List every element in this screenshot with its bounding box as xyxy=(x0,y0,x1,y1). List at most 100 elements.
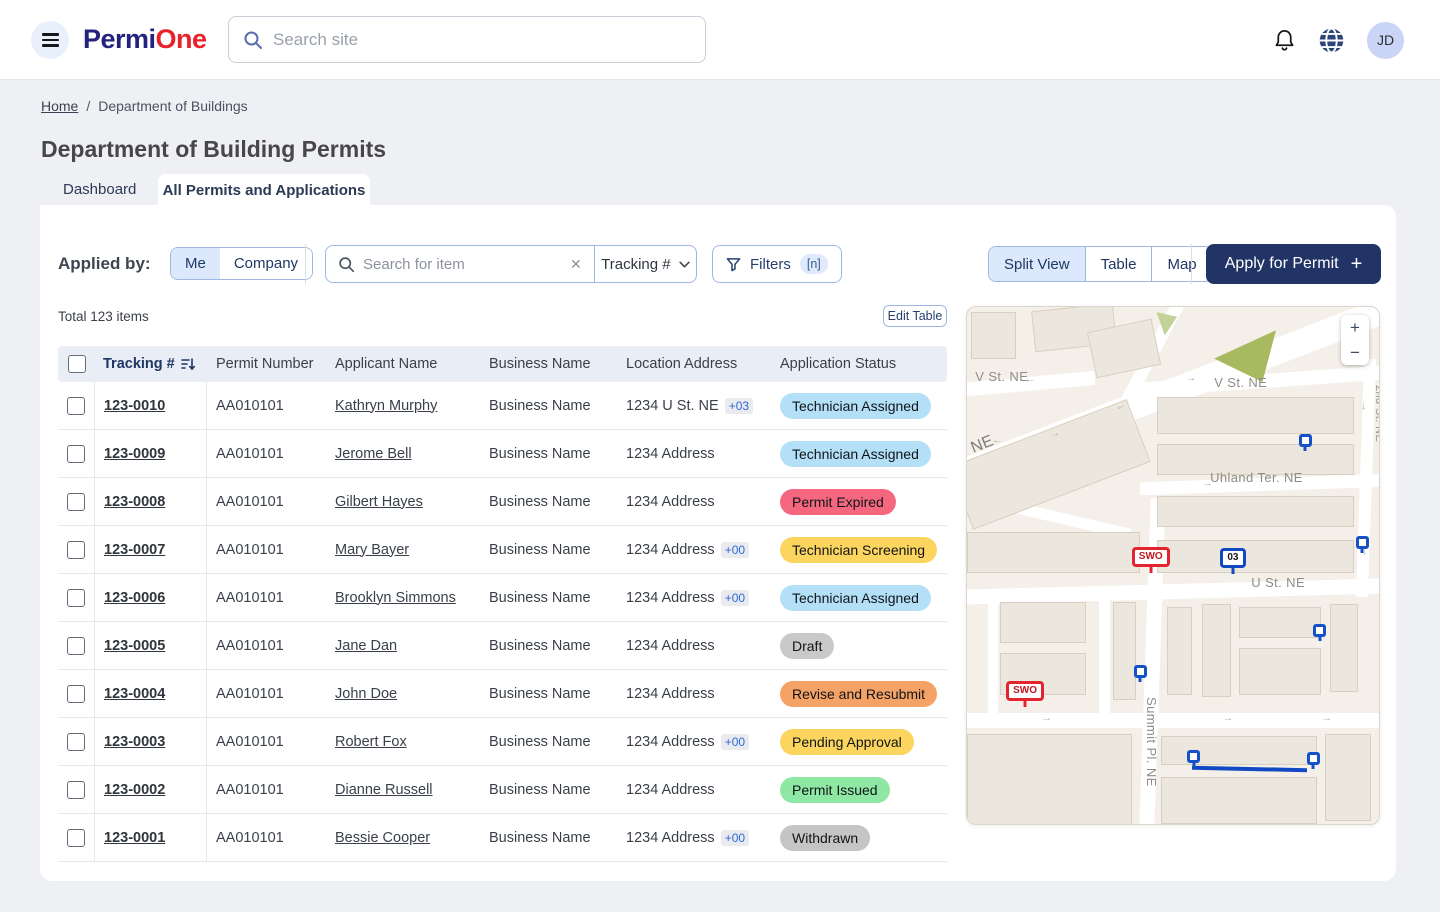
address-count-badge[interactable]: +00 xyxy=(721,542,749,558)
status-badge: Technician Assigned xyxy=(780,441,931,467)
applicant-link[interactable]: Jane Dan xyxy=(335,638,397,654)
view-map-option[interactable]: Map xyxy=(1151,247,1211,281)
map-pin-icon[interactable] xyxy=(1187,750,1200,763)
bell-icon xyxy=(1273,28,1296,53)
location-address: 1234 Address+00 xyxy=(617,734,771,750)
column-header-permit[interactable]: Permit Number xyxy=(207,356,326,372)
tracking-link[interactable]: 123-0006 xyxy=(104,590,165,606)
user-avatar[interactable]: JD xyxy=(1367,22,1404,59)
table-row: 123-0005AA010101Jane DanBusiness Name123… xyxy=(58,622,947,670)
select-all-checkbox[interactable] xyxy=(68,355,86,373)
row-checkbox[interactable] xyxy=(67,541,85,559)
item-search-input[interactable] xyxy=(363,256,562,273)
applicant-link[interactable]: John Doe xyxy=(335,686,397,702)
language-button[interactable] xyxy=(1318,27,1345,54)
row-checkbox[interactable] xyxy=(67,493,85,511)
map-pin-icon[interactable] xyxy=(1356,536,1369,549)
filters-button[interactable]: Filters [n] xyxy=(712,245,842,283)
breadcrumb-home-link[interactable]: Home xyxy=(41,98,78,114)
tracking-link[interactable]: 123-0001 xyxy=(104,830,165,846)
row-checkbox[interactable] xyxy=(67,685,85,703)
map-panel[interactable]: ← → ← → ← → → → → ↓ ↓ V St. NE V St. NE … xyxy=(966,306,1380,825)
tracking-link[interactable]: 123-0008 xyxy=(104,494,165,510)
applicant-link[interactable]: Brooklyn Simmons xyxy=(335,590,456,606)
map-unit-marker[interactable]: 03 xyxy=(1220,548,1245,568)
tab-all-permits[interactable]: All Permits and Applications xyxy=(158,174,370,206)
map-swo-marker[interactable]: SWO xyxy=(1132,547,1170,567)
road-arrow: → xyxy=(1185,372,1196,384)
column-header-address[interactable]: Location Address xyxy=(617,356,771,372)
search-category-select[interactable]: Tracking # xyxy=(594,246,696,282)
column-header-tracking[interactable]: Tracking # xyxy=(95,356,207,372)
applicant-link[interactable]: Kathryn Murphy xyxy=(335,398,437,414)
hamburger-menu-button[interactable] xyxy=(31,21,69,59)
column-header-business[interactable]: Business Name xyxy=(480,356,617,372)
column-header-applicant[interactable]: Applicant Name xyxy=(326,356,480,372)
table-row: 123-0010AA010101Kathryn MurphyBusiness N… xyxy=(58,382,947,430)
row-checkbox[interactable] xyxy=(67,829,85,847)
applied-by-company-option[interactable]: Company xyxy=(220,248,312,279)
table-row: 123-0007AA010101Mary BayerBusiness Name1… xyxy=(58,526,947,574)
status-cell: Technician Assigned xyxy=(771,393,947,419)
status-cell: Revise and Resubmit xyxy=(771,681,947,707)
apply-button-label: Apply for Permit xyxy=(1225,255,1339,273)
map-swo-marker[interactable]: SWO xyxy=(1006,681,1044,701)
globe-icon xyxy=(1318,27,1345,54)
tracking-link[interactable]: 123-0007 xyxy=(104,542,165,558)
location-address: 1234 Address xyxy=(617,782,771,798)
address-count-badge[interactable]: +00 xyxy=(721,590,749,606)
total-items-label: Total 123 items xyxy=(58,309,149,324)
row-checkbox[interactable] xyxy=(67,733,85,751)
apply-for-permit-button[interactable]: Apply for Permit + xyxy=(1206,244,1381,284)
map-pin-icon[interactable] xyxy=(1299,434,1312,447)
applicant-link[interactable]: Robert Fox xyxy=(335,734,407,750)
status-cell: Draft xyxy=(771,633,947,659)
site-search-input[interactable] xyxy=(273,30,691,50)
notifications-button[interactable] xyxy=(1273,28,1296,53)
tracking-link[interactable]: 123-0010 xyxy=(104,398,165,414)
applicant-link[interactable]: Gilbert Hayes xyxy=(335,494,423,510)
app-logo[interactable]: PermiOne xyxy=(83,24,207,55)
row-checkbox[interactable] xyxy=(67,397,85,415)
applicant-cell: Jane Dan xyxy=(326,638,480,654)
hamburger-icon xyxy=(42,33,59,35)
row-checkbox[interactable] xyxy=(67,589,85,607)
address-count-badge[interactable]: +03 xyxy=(725,398,753,414)
row-checkbox-cell xyxy=(58,670,95,717)
tracking-link[interactable]: 123-0003 xyxy=(104,734,165,750)
tracking-link[interactable]: 123-0009 xyxy=(104,446,165,462)
zoom-out-button[interactable]: − xyxy=(1341,340,1369,365)
tracking-link[interactable]: 123-0004 xyxy=(104,686,165,702)
map-pin-icon[interactable] xyxy=(1307,752,1320,765)
street-label: V St. NE xyxy=(975,369,1028,384)
road-arrow: → xyxy=(1321,712,1332,724)
map-pin-icon[interactable] xyxy=(1313,624,1326,637)
applicant-link[interactable]: Bessie Cooper xyxy=(335,830,430,846)
view-table-option[interactable]: Table xyxy=(1085,247,1152,281)
view-split-option[interactable]: Split View xyxy=(989,247,1085,281)
column-header-status[interactable]: Application Status xyxy=(771,356,947,372)
row-checkbox[interactable] xyxy=(67,637,85,655)
row-checkbox[interactable] xyxy=(67,445,85,463)
permit-number: AA010101 xyxy=(207,590,326,606)
map-pin-icon[interactable] xyxy=(1134,665,1147,678)
zoom-in-button[interactable]: + xyxy=(1341,315,1369,340)
row-checkbox[interactable] xyxy=(67,781,85,799)
applicant-link[interactable]: Dianne Russell xyxy=(335,782,433,798)
applicant-link[interactable]: Mary Bayer xyxy=(335,542,409,558)
applicant-cell: John Doe xyxy=(326,686,480,702)
tab-dashboard[interactable]: Dashboard xyxy=(63,181,136,198)
permit-number: AA010101 xyxy=(207,494,326,510)
applicant-link[interactable]: Jerome Bell xyxy=(335,446,412,462)
tracking-link[interactable]: 123-0002 xyxy=(104,782,165,798)
row-checkbox-cell xyxy=(58,814,95,861)
business-name: Business Name xyxy=(480,494,617,510)
applied-by-me-option[interactable]: Me xyxy=(171,248,220,279)
tracking-link[interactable]: 123-0005 xyxy=(104,638,165,654)
table-row: 123-0002AA010101Dianne RussellBusiness N… xyxy=(58,766,947,814)
clear-search-icon[interactable]: ✕ xyxy=(570,256,582,273)
address-count-badge[interactable]: +00 xyxy=(721,830,749,846)
address-count-badge[interactable]: +00 xyxy=(721,734,749,750)
edit-table-button[interactable]: Edit Table xyxy=(883,305,947,327)
permit-number: AA010101 xyxy=(207,734,326,750)
